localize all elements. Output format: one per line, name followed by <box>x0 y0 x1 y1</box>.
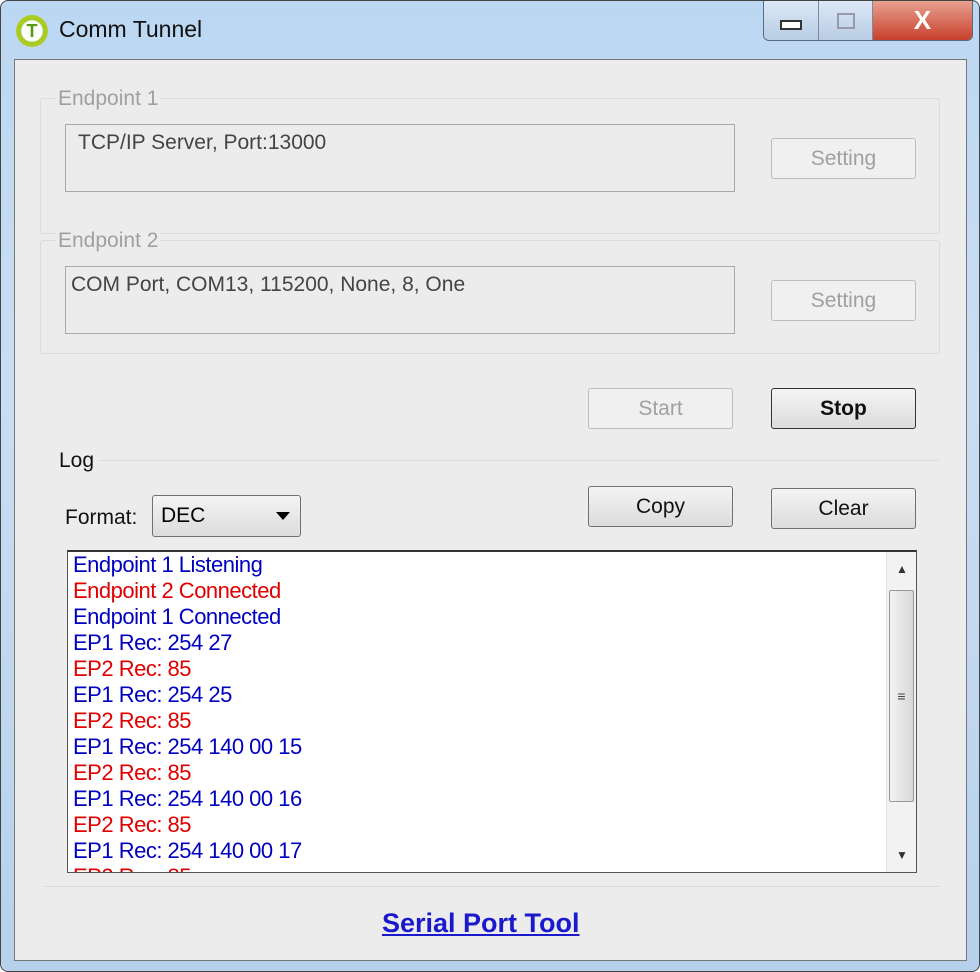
close-icon: X <box>913 5 932 35</box>
log-line: Endpoint 1 Connected <box>73 604 281 629</box>
log-divider <box>59 460 939 461</box>
format-value: DEC <box>161 504 206 527</box>
copy-button[interactable]: Copy <box>588 486 733 527</box>
serial-port-tool-link[interactable]: Serial Port Tool <box>382 908 580 939</box>
endpoint2-setting-button[interactable]: Setting <box>771 280 916 321</box>
endpoint1-field[interactable]: TCP/IP Server, Port:13000 <box>65 124 735 192</box>
log-line: EP2 Rec: 85 <box>73 812 192 837</box>
footer-divider <box>45 886 940 887</box>
log-line: Endpoint 2 Connected <box>73 578 281 603</box>
log-line: EP2 Rec: 85 <box>73 656 192 681</box>
log-output[interactable]: Endpoint 1 Listening Endpoint 2 Connected… <box>67 550 917 873</box>
log-line: EP1 Rec: 254 27 <box>73 630 232 655</box>
endpoint1-label: Endpoint 1 <box>56 87 161 111</box>
scroll-up-icon[interactable]: ▲ <box>887 562 916 576</box>
scroll-down-icon[interactable]: ▼ <box>887 848 916 862</box>
grip-icon: ≡ <box>897 688 906 704</box>
app-icon: T <box>16 15 48 47</box>
log-line: EP2 Rec: 85 <box>68 864 916 872</box>
log-line: EP1 Rec: 254 140 00 16 <box>73 786 302 811</box>
chevron-down-icon <box>276 512 290 520</box>
window: T Comm Tunnel X Endpoint 1 TCP/IP Server… <box>0 0 980 972</box>
window-title: Comm Tunnel <box>59 16 203 42</box>
minimize-button[interactable] <box>764 1 820 40</box>
log-line: EP1 Rec: 254 25 <box>73 682 232 707</box>
start-button[interactable]: Start <box>588 388 733 429</box>
log-scrollbar[interactable]: ▲ ≡ ▼ <box>886 552 916 872</box>
window-controls: X <box>763 1 973 41</box>
format-select[interactable]: DEC <box>152 495 301 537</box>
log-line: EP2 Rec: 85 <box>73 760 192 785</box>
log-label: Log <box>59 449 99 473</box>
endpoint2-label: Endpoint 2 <box>56 229 161 253</box>
maximize-button[interactable] <box>819 1 873 40</box>
log-line: Endpoint 1 Listening <box>73 552 263 577</box>
stop-button[interactable]: Stop <box>771 388 916 429</box>
minimize-icon <box>780 19 803 30</box>
close-button[interactable]: X <box>872 1 972 40</box>
log-lines: Endpoint 1 Listening Endpoint 2 Connected… <box>68 552 916 872</box>
endpoint1-setting-button[interactable]: Setting <box>771 138 916 179</box>
log-line: EP2 Rec: 85 <box>73 708 192 733</box>
maximize-icon <box>836 12 855 29</box>
scroll-thumb[interactable]: ≡ <box>889 590 914 802</box>
endpoint2-field[interactable]: COM Port, COM13, 115200, None, 8, One <box>65 266 735 334</box>
log-line: EP1 Rec: 254 140 00 17 <box>73 838 302 863</box>
log-line: EP1 Rec: 254 140 00 15 <box>73 734 302 759</box>
format-label: Format: <box>65 506 138 529</box>
clear-button[interactable]: Clear <box>771 488 916 529</box>
client-area: Endpoint 1 TCP/IP Server, Port:13000 Set… <box>14 59 967 961</box>
